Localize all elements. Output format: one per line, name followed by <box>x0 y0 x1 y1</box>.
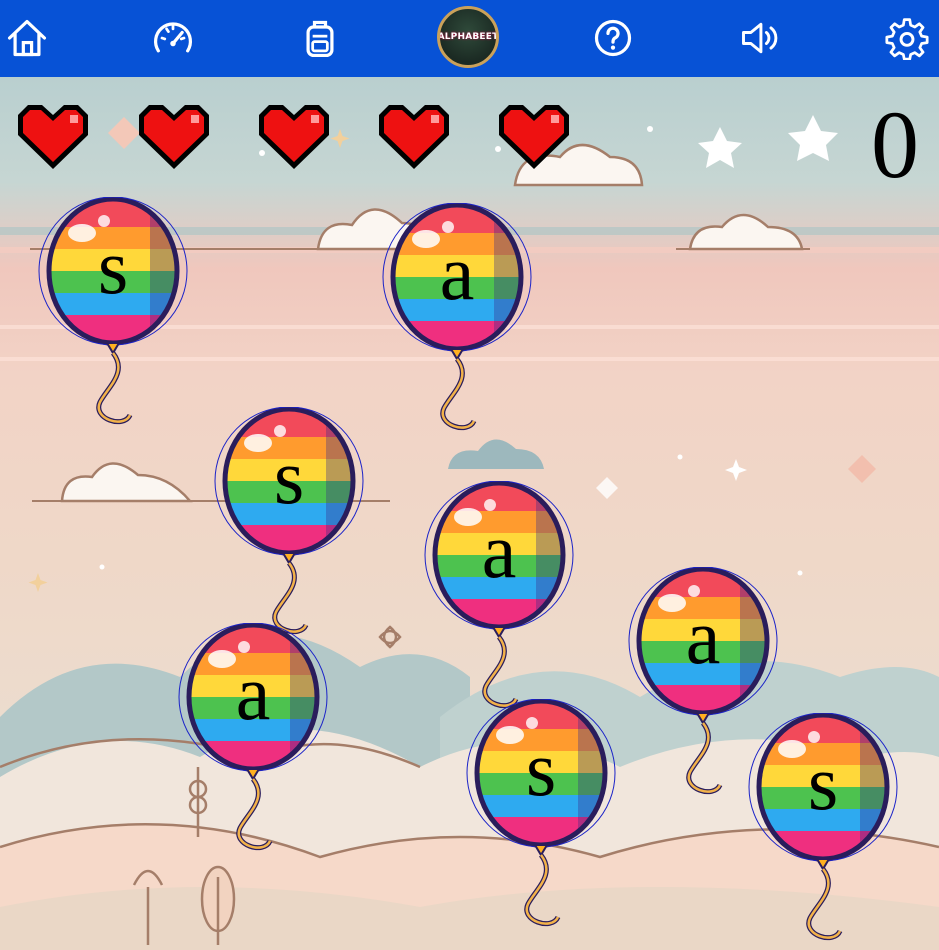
settings-button[interactable] <box>877 8 937 68</box>
balloon-letter: s <box>807 739 839 826</box>
speedometer-icon <box>153 22 193 53</box>
letter-balloon[interactable]: a <box>178 623 328 883</box>
volume-icon <box>742 22 778 54</box>
heart-icon <box>495 103 573 173</box>
backpack-icon <box>306 20 334 58</box>
balloon-letter: a <box>481 507 517 594</box>
backpack-button[interactable] <box>290 8 350 68</box>
balloon-letter: s <box>525 725 557 812</box>
home-button[interactable] <box>0 8 57 68</box>
sound-button[interactable] <box>730 8 790 68</box>
heart-icon <box>135 103 213 173</box>
heart-icon <box>375 103 453 173</box>
balloon-letter: s <box>97 223 129 310</box>
help-icon <box>594 19 632 57</box>
score-counter: 0 <box>871 91 919 198</box>
balloon-letter: a <box>439 229 475 316</box>
game-area[interactable]: 0 sasaaass <box>0 77 939 950</box>
heart-icon <box>255 103 333 173</box>
settings-icon <box>885 18 929 60</box>
letter-balloon[interactable]: s <box>38 197 188 457</box>
letter-balloon[interactable]: s <box>466 699 616 950</box>
help-button[interactable] <box>583 8 643 68</box>
letter-balloon[interactable]: s <box>748 713 898 950</box>
balloon-letter: s <box>273 433 305 520</box>
home-icon <box>7 19 47 57</box>
top-toolbar: ALPHABEET <box>0 0 939 77</box>
balloon-letter: a <box>235 649 271 736</box>
logo-text: ALPHABEET <box>437 32 499 42</box>
letter-balloon[interactable]: a <box>382 203 532 463</box>
heart-icon <box>14 103 92 173</box>
balloon-letter: a <box>685 593 721 680</box>
alphabeet-logo[interactable]: ALPHABEET <box>437 6 499 68</box>
progress-button[interactable] <box>143 8 203 68</box>
